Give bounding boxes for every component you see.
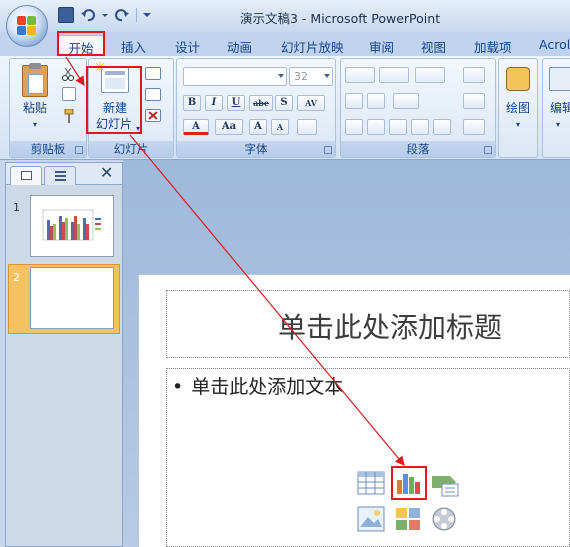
title-bar: 演示文稿3 - Microsoft PowerPoint: [0, 0, 570, 32]
shadow-button[interactable]: S: [275, 95, 293, 111]
redo-icon[interactable]: [114, 7, 130, 23]
editing-dropdown-icon[interactable]: ▾: [553, 117, 563, 132]
drawing-group: 绘图 ▾: [498, 58, 538, 158]
editing-label[interactable]: 编辑: [547, 101, 570, 116]
copy-icon[interactable]: [62, 87, 76, 101]
paragraph-launcher-icon[interactable]: [484, 146, 492, 154]
insert-picture-icon[interactable]: [356, 505, 386, 533]
content-placeholder-label: 单击此处添加文本: [191, 376, 344, 398]
distribute-icon[interactable]: [433, 119, 451, 135]
window-title: 演示文稿3 - Microsoft PowerPoint: [240, 11, 441, 26]
font-name-combo[interactable]: [183, 67, 287, 86]
quick-access-toolbar: [58, 7, 151, 23]
bullet-glyph: •: [172, 376, 184, 398]
increase-indent-icon[interactable]: [367, 93, 385, 109]
insert-media-icon[interactable]: [430, 505, 460, 533]
insert-table-icon[interactable]: [356, 470, 386, 498]
slide-number-1: 1: [13, 201, 20, 214]
insert-smartart-icon[interactable]: [430, 470, 460, 498]
font-size-value: 32: [294, 70, 308, 83]
slides-tab[interactable]: [10, 166, 42, 185]
paste-button-label[interactable]: 粘贴: [20, 101, 50, 116]
find-icon[interactable]: [549, 67, 570, 91]
underline-button[interactable]: U: [227, 95, 245, 111]
italic-button[interactable]: I: [205, 95, 223, 111]
tab-animations[interactable]: 动画: [227, 35, 252, 56]
slide-thumbnail-1[interactable]: [30, 195, 114, 257]
outline-tab[interactable]: [44, 166, 76, 185]
columns-icon[interactable]: [393, 93, 419, 109]
thumbnail-chart-icon: [42, 209, 101, 241]
tab-insert[interactable]: 插入: [121, 35, 146, 56]
align-text-icon[interactable]: [463, 93, 485, 109]
insert-clipart-icon[interactable]: [393, 505, 423, 533]
office-button[interactable]: [6, 5, 48, 47]
clipboard-group: 粘贴 ▾ 剪贴板: [9, 58, 87, 158]
clear-formatting-icon[interactable]: [297, 119, 317, 135]
tab-slideshow[interactable]: 幻灯片放映: [281, 35, 344, 56]
drawing-dropdown-icon[interactable]: ▾: [513, 117, 523, 132]
slide-number-2: 2: [13, 271, 20, 284]
justify-icon[interactable]: [411, 119, 429, 135]
content-placeholder-text[interactable]: • 单击此处添加文本: [172, 372, 343, 399]
drawing-label[interactable]: 绘图: [501, 101, 535, 116]
tab-review[interactable]: 审阅: [369, 35, 394, 56]
undo-icon[interactable]: [80, 7, 96, 23]
font-size-combo[interactable]: 32: [289, 67, 333, 86]
shrink-font-button[interactable]: A: [271, 119, 289, 135]
tab-addins[interactable]: 加载项: [474, 35, 512, 56]
qat-separator: [136, 8, 137, 22]
slide-thumbnail-2[interactable]: [30, 267, 114, 329]
editing-group: 编辑 ▾: [542, 58, 570, 158]
align-left-icon[interactable]: [345, 119, 363, 135]
change-case-button[interactable]: Aa: [215, 119, 243, 135]
paste-dropdown-icon[interactable]: ▾: [30, 117, 40, 132]
drawing-shapes-icon[interactable]: [506, 67, 530, 91]
tab-design[interactable]: 设计: [175, 35, 200, 56]
tab-view[interactable]: 视图: [421, 35, 446, 56]
title-placeholder-text[interactable]: 单击此处添加标题: [278, 306, 502, 346]
slides-group-label: 幻灯片: [89, 141, 173, 157]
decrease-indent-icon[interactable]: [345, 93, 363, 109]
convert-smartart-icon[interactable]: [463, 119, 485, 135]
font-color-button[interactable]: A: [183, 119, 209, 135]
format-painter-icon[interactable]: [63, 108, 75, 123]
font-group: 32 B I U abe S AV A Aa A A 字体: [176, 58, 336, 158]
office-logo-icon: [17, 16, 37, 36]
bullets-icon[interactable]: [345, 67, 375, 83]
slides-pane: ✕ 1 2: [5, 162, 123, 547]
font-group-label: 字体: [177, 141, 335, 157]
pane-tabs: ✕: [6, 163, 122, 185]
customize-qat-icon[interactable]: [143, 7, 151, 23]
line-spacing-icon[interactable]: [415, 67, 445, 83]
text-direction-icon[interactable]: [463, 67, 485, 83]
reset-icon[interactable]: [145, 88, 161, 101]
strikethrough-button[interactable]: abe: [249, 95, 273, 111]
font-launcher-icon[interactable]: [324, 146, 332, 154]
paste-icon[interactable]: [22, 63, 48, 97]
tab-acrobat[interactable]: Acrol: [539, 35, 570, 56]
numbering-icon[interactable]: [379, 67, 409, 83]
bold-button[interactable]: B: [183, 95, 201, 111]
ribbon: 粘贴 ▾ 剪贴板 ✳ 新建 幻灯片 ▾ 幻灯片 32 B I U abe S A…: [0, 56, 570, 160]
new-slide-highlight: [86, 66, 142, 134]
char-spacing-button[interactable]: AV: [297, 95, 325, 111]
align-center-icon[interactable]: [367, 119, 385, 135]
layout-icon[interactable]: [145, 67, 161, 80]
clipboard-launcher-icon[interactable]: [75, 146, 83, 154]
insert-chart-highlight: [391, 466, 427, 500]
paragraph-group: 段落: [340, 58, 496, 158]
grow-font-button[interactable]: A: [249, 119, 267, 135]
cut-icon[interactable]: [62, 67, 74, 81]
save-icon[interactable]: [58, 7, 74, 23]
home-tab-highlight: [57, 31, 105, 56]
close-pane-icon[interactable]: ✕: [100, 163, 113, 182]
undo-dropdown-icon[interactable]: [102, 7, 108, 23]
delete-slide-icon[interactable]: [145, 109, 161, 122]
paragraph-group-label: 段落: [341, 141, 495, 157]
align-right-icon[interactable]: [389, 119, 407, 135]
